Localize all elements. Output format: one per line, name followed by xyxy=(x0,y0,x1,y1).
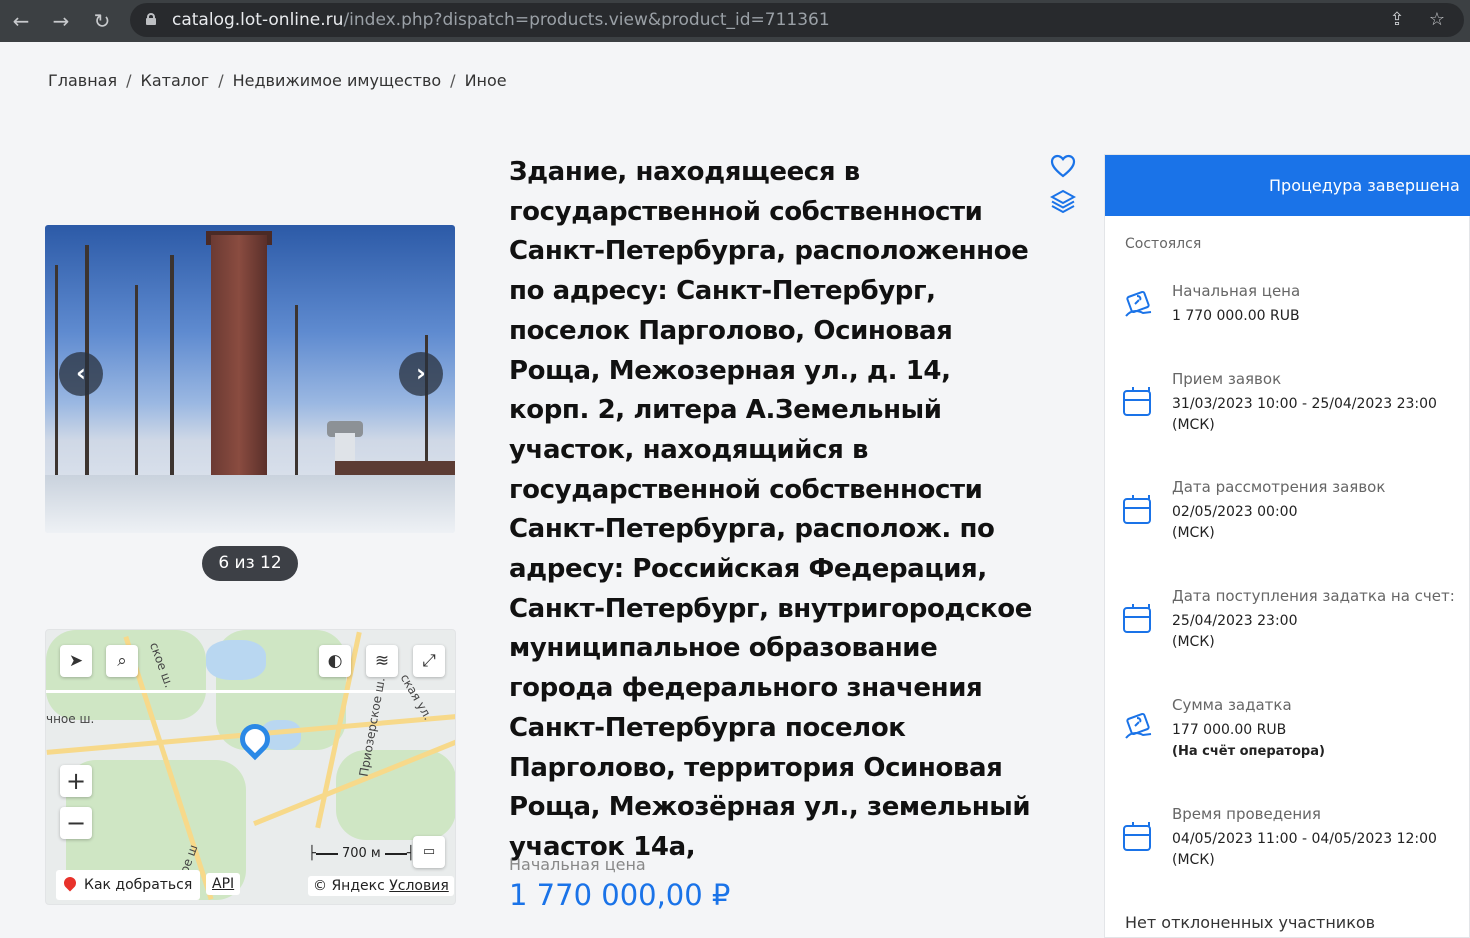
calendar-icon xyxy=(1123,495,1151,524)
ruler-icon[interactable]: ▭ xyxy=(413,836,445,868)
layers-icon[interactable]: ≋ xyxy=(366,645,398,677)
api-link[interactable]: API xyxy=(206,873,241,895)
rejected-participants: Нет отклоненных участников xyxy=(1125,913,1376,932)
fullscreen-icon[interactable]: ⤢ xyxy=(413,645,445,677)
info-label: Дата поступления задатка на счет: xyxy=(1172,587,1455,605)
info-value: 04/05/2023 11:00 - 04/05/2023 12:00 (МСК) xyxy=(1172,831,1437,868)
product-photo[interactable]: ‹ › xyxy=(45,225,455,533)
info-label: Сумма задатка xyxy=(1172,696,1292,714)
search-icon[interactable]: ⌕ xyxy=(106,645,138,677)
info-label: Прием заявок xyxy=(1172,370,1282,388)
zoom-in-button[interactable]: + xyxy=(60,765,92,797)
money-hand-icon xyxy=(1125,712,1152,739)
star-icon[interactable]: ☆ xyxy=(1425,8,1449,32)
geolocation-icon[interactable]: ➤ xyxy=(60,645,92,677)
gallery-next-button[interactable]: › xyxy=(399,352,443,396)
lock-icon xyxy=(146,13,156,25)
share-icon[interactable]: ⇪ xyxy=(1385,8,1409,32)
calendar-icon xyxy=(1123,822,1151,851)
info-value: 177 000.00 RUB (На счёт оператора) xyxy=(1172,722,1325,759)
browser-toolbar: ← → ↻ catalog.lot-online.ru/index.php?di… xyxy=(0,0,1470,42)
gallery-counter: 6 из 12 xyxy=(202,546,298,581)
map-copyright: © Яндекс Условия xyxy=(308,876,454,896)
info-value: 31/03/2023 10:00 - 25/04/2023 23:00 (МСК) xyxy=(1172,396,1437,433)
back-arrow-icon[interactable]: ← xyxy=(8,8,34,34)
info-value: 1 770 000.00 RUB xyxy=(1172,308,1300,324)
breadcrumb-catalog[interactable]: Каталог xyxy=(141,71,210,90)
street-label: чное ш. xyxy=(46,712,95,726)
forward-arrow-icon[interactable]: → xyxy=(48,8,74,34)
info-value: 25/04/2023 23:00 (МСК) xyxy=(1172,613,1298,650)
map-scale: ├ 700 м ┤ xyxy=(308,846,415,861)
calendar-icon xyxy=(1123,604,1151,633)
traffic-icon[interactable]: ◐ xyxy=(319,645,351,677)
breadcrumb-real-estate[interactable]: Недвижимое имущество xyxy=(233,71,442,90)
auction-status: Состоялся xyxy=(1125,236,1202,252)
info-label: Время проведения xyxy=(1172,805,1321,823)
procedure-status-header: Процедура завершена xyxy=(1105,155,1470,216)
red-pin-icon xyxy=(61,874,79,892)
price-label: Начальная цена xyxy=(509,855,646,874)
terms-link[interactable]: Условия xyxy=(389,878,449,894)
info-label: Начальная цена xyxy=(1172,282,1301,300)
address-bar[interactable]: catalog.lot-online.ru/index.php?dispatch… xyxy=(130,3,1464,37)
reload-icon[interactable]: ↻ xyxy=(89,8,115,34)
product-title: Здание, находящееся в государственной со… xyxy=(509,157,1032,862)
breadcrumb-home[interactable]: Главная xyxy=(48,71,117,90)
compare-layers-icon[interactable] xyxy=(1050,188,1076,214)
heart-icon[interactable] xyxy=(1050,154,1076,178)
url-text: catalog.lot-online.ru/index.php?dispatch… xyxy=(172,10,830,30)
location-map[interactable]: Приозерское ш. ская ул. ское ш. чное ш. … xyxy=(45,629,456,905)
gallery-prev-button[interactable]: ‹ xyxy=(59,352,103,396)
auction-info-panel: Процедура завершена Состоялся Начальная … xyxy=(1104,154,1470,938)
price-value: 1 770 000,00 ₽ xyxy=(509,878,731,912)
zoom-out-button[interactable]: − xyxy=(60,807,92,839)
route-button[interactable]: Как добраться xyxy=(56,870,201,900)
info-label: Дата рассмотрения заявок xyxy=(1172,478,1386,496)
info-value: 02/05/2023 00:00 (МСК) xyxy=(1172,504,1298,541)
breadcrumb-other: Иное xyxy=(464,71,507,90)
street-label: ская ул. xyxy=(397,671,436,723)
breadcrumb: Главная / Каталог / Недвижимое имущество / Ино… xyxy=(48,71,507,90)
calendar-icon xyxy=(1123,387,1151,416)
money-hand-icon xyxy=(1125,290,1152,317)
